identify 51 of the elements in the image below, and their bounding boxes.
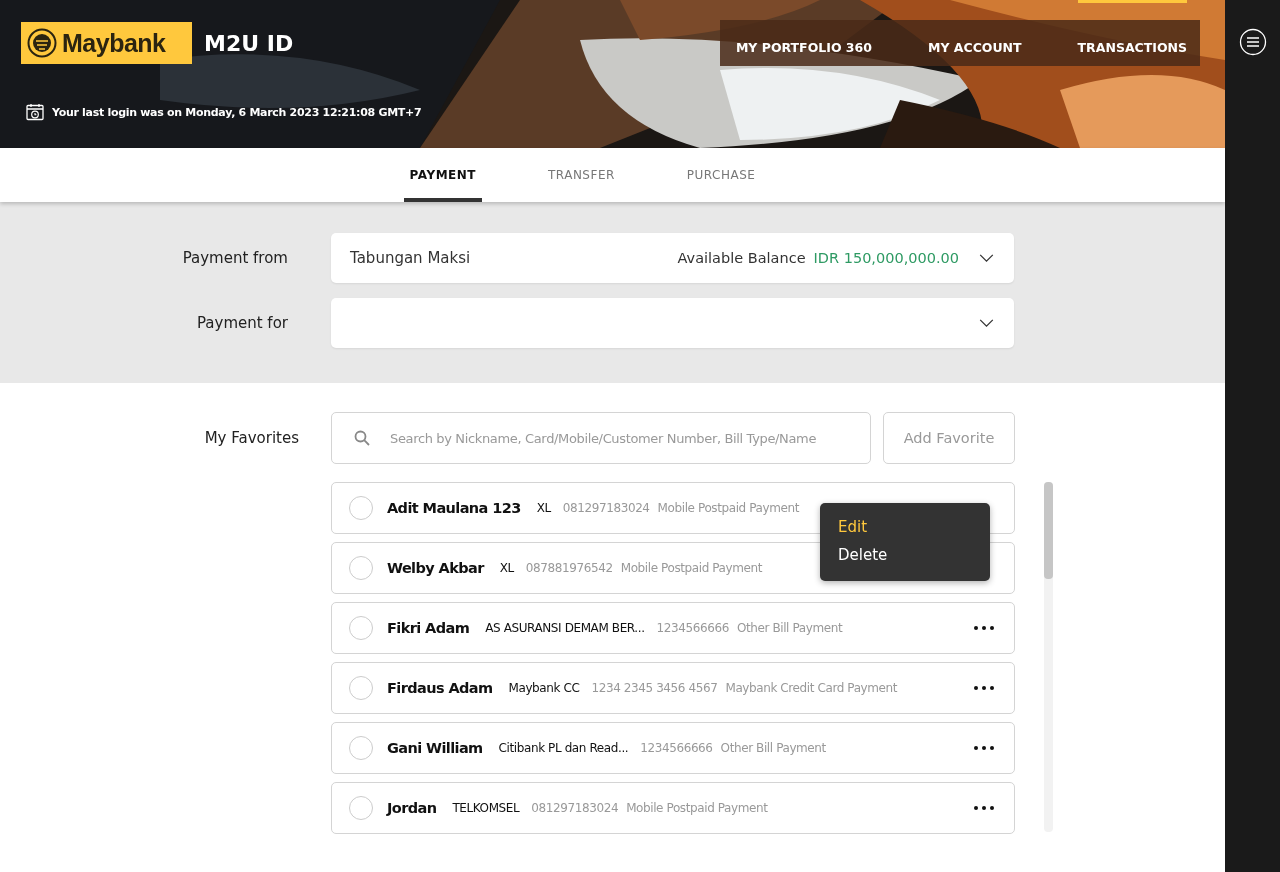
nav-link[interactable]: TRANSACTIONS [1077, 0, 1187, 65]
favorite-card[interactable]: Fikri Adam AS ASURANSI DEMAM BER... 1234566666 Other Bill Payment [331, 602, 1015, 654]
last-login-text: Your last login was on Monday, 6 March 2023 12:21:08 GMT+7 [52, 105, 422, 119]
nickname: Fikri Adam [387, 620, 470, 636]
payment-type: Mobile Postpaid Payment [620, 561, 763, 575]
nickname: Welby Akbar [387, 560, 484, 576]
nickname: Jordan [387, 800, 437, 816]
product-name: M2U ID [204, 30, 294, 56]
biller-name: XL [499, 561, 514, 575]
account-number: 081297183024 [531, 801, 619, 815]
account-number: 1234 2345 3456 4567 [591, 681, 718, 695]
account-number: 087881976542 [525, 561, 613, 575]
menu-icon[interactable] [1238, 28, 1267, 56]
payment-type: Other Bill Payment [720, 741, 826, 755]
favorite-card[interactable]: Jordan TELKOMSEL 081297183024 Mobile Postpaid Payment [331, 782, 1015, 834]
nickname: Firdaus Adam [387, 680, 493, 696]
payment-type: Mobile Postpaid Payment [626, 801, 768, 815]
payment-type: Other Bill Payment [736, 621, 843, 635]
biller-name: AS ASURANSI DEMAM BER... [485, 621, 645, 635]
nickname: Adit Maulana 123 [387, 500, 521, 516]
search-field[interactable]: Search by Nickname, Card/Mobile/Customer Number, Bill Type/Name [331, 412, 871, 464]
menu-item[interactable]: Edit [820, 515, 886, 539]
tab[interactable]: TRANSFER [542, 152, 621, 202]
nickname: Gani William [387, 740, 483, 756]
account-number: 1234566666 [640, 741, 713, 755]
payment-type: Mobile Postpaid Payment [657, 501, 799, 515]
favorite-card[interactable]: Firdaus Adam Maybank CC 1234 2345 3456 4567 Maybank Credit Card Payment [331, 662, 1015, 714]
biller-name: Maybank CC [508, 681, 580, 695]
chevron-down-icon [979, 253, 994, 263]
account-number: 1234566666 [656, 621, 729, 635]
biller-name: TELKOMSEL [452, 801, 520, 815]
chevron-down-icon [979, 318, 994, 328]
brand-logo[interactable]: Maybank [21, 22, 192, 64]
radio-button[interactable] [349, 736, 373, 760]
nav-link[interactable]: MY PORTFOLIO 360 [735, 0, 872, 65]
payment-type: Maybank Credit Card Payment [725, 681, 898, 695]
tab[interactable]: PURCHASE [680, 152, 762, 202]
scrollbar[interactable] [1044, 482, 1053, 832]
biller-name: XL [536, 501, 551, 515]
account-dropdown[interactable]: Tabungan Maksi Available Balance IDR 150,000,000.00 [331, 233, 1014, 283]
search-icon [354, 430, 370, 446]
favorite-card[interactable]: Gani William Citibank PL dan Read... 1234566666 Other Bill Payment [331, 722, 1015, 774]
account-number: 081297183024 [562, 501, 650, 515]
menu-item[interactable]: Delete [820, 543, 906, 567]
field-label: Payment from [181, 249, 288, 267]
nav-link[interactable]: MY ACCOUNT [927, 0, 1022, 65]
field-label: Payment for [195, 314, 288, 332]
calendar-clock-icon [26, 103, 44, 121]
payment-for-dropdown[interactable] [331, 298, 1014, 348]
section-label: My Favorites [203, 429, 299, 447]
biller-name: Citibank PL dan Read... [498, 741, 629, 755]
